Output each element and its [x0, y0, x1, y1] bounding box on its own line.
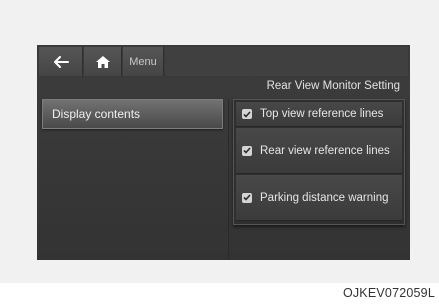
- image-frame: Menu Rear View Monitor Setting Display c…: [0, 0, 439, 283]
- menu-button[interactable]: Menu: [123, 47, 164, 76]
- option-label: Parking distance warning: [260, 191, 389, 204]
- top-bar: Menu: [37, 45, 410, 78]
- checkbox-checked-icon[interactable]: [242, 145, 252, 156]
- arrow-left-icon: [53, 55, 69, 68]
- home-button[interactable]: [84, 47, 122, 76]
- left-menu: Display contents: [37, 99, 225, 260]
- option-parking-distance-warning[interactable]: Parking distance warning: [236, 175, 402, 221]
- checkbox-checked-icon[interactable]: [242, 109, 252, 119]
- top-bar-spacer: [165, 47, 408, 76]
- figure-code: OJKEV072059L: [342, 286, 435, 300]
- option-label: Top view reference lines: [260, 108, 384, 120]
- infotainment-screen: Menu Rear View Monitor Setting Display c…: [37, 45, 410, 260]
- page-title: Rear View Monitor Setting: [266, 80, 400, 92]
- menu-item-display-contents[interactable]: Display contents: [42, 99, 223, 129]
- option-top-view-reference-lines[interactable]: Top view reference lines: [236, 102, 402, 127]
- checkbox-checked-icon[interactable]: [242, 192, 252, 203]
- home-icon: [95, 55, 110, 68]
- option-rear-view-reference-lines[interactable]: Rear view reference lines: [236, 128, 402, 174]
- back-button[interactable]: [39, 47, 83, 76]
- options-panel: Top view reference lines Rear view refer…: [233, 99, 405, 225]
- option-label: Rear view reference lines: [260, 144, 390, 157]
- panel-divider: [228, 99, 229, 260]
